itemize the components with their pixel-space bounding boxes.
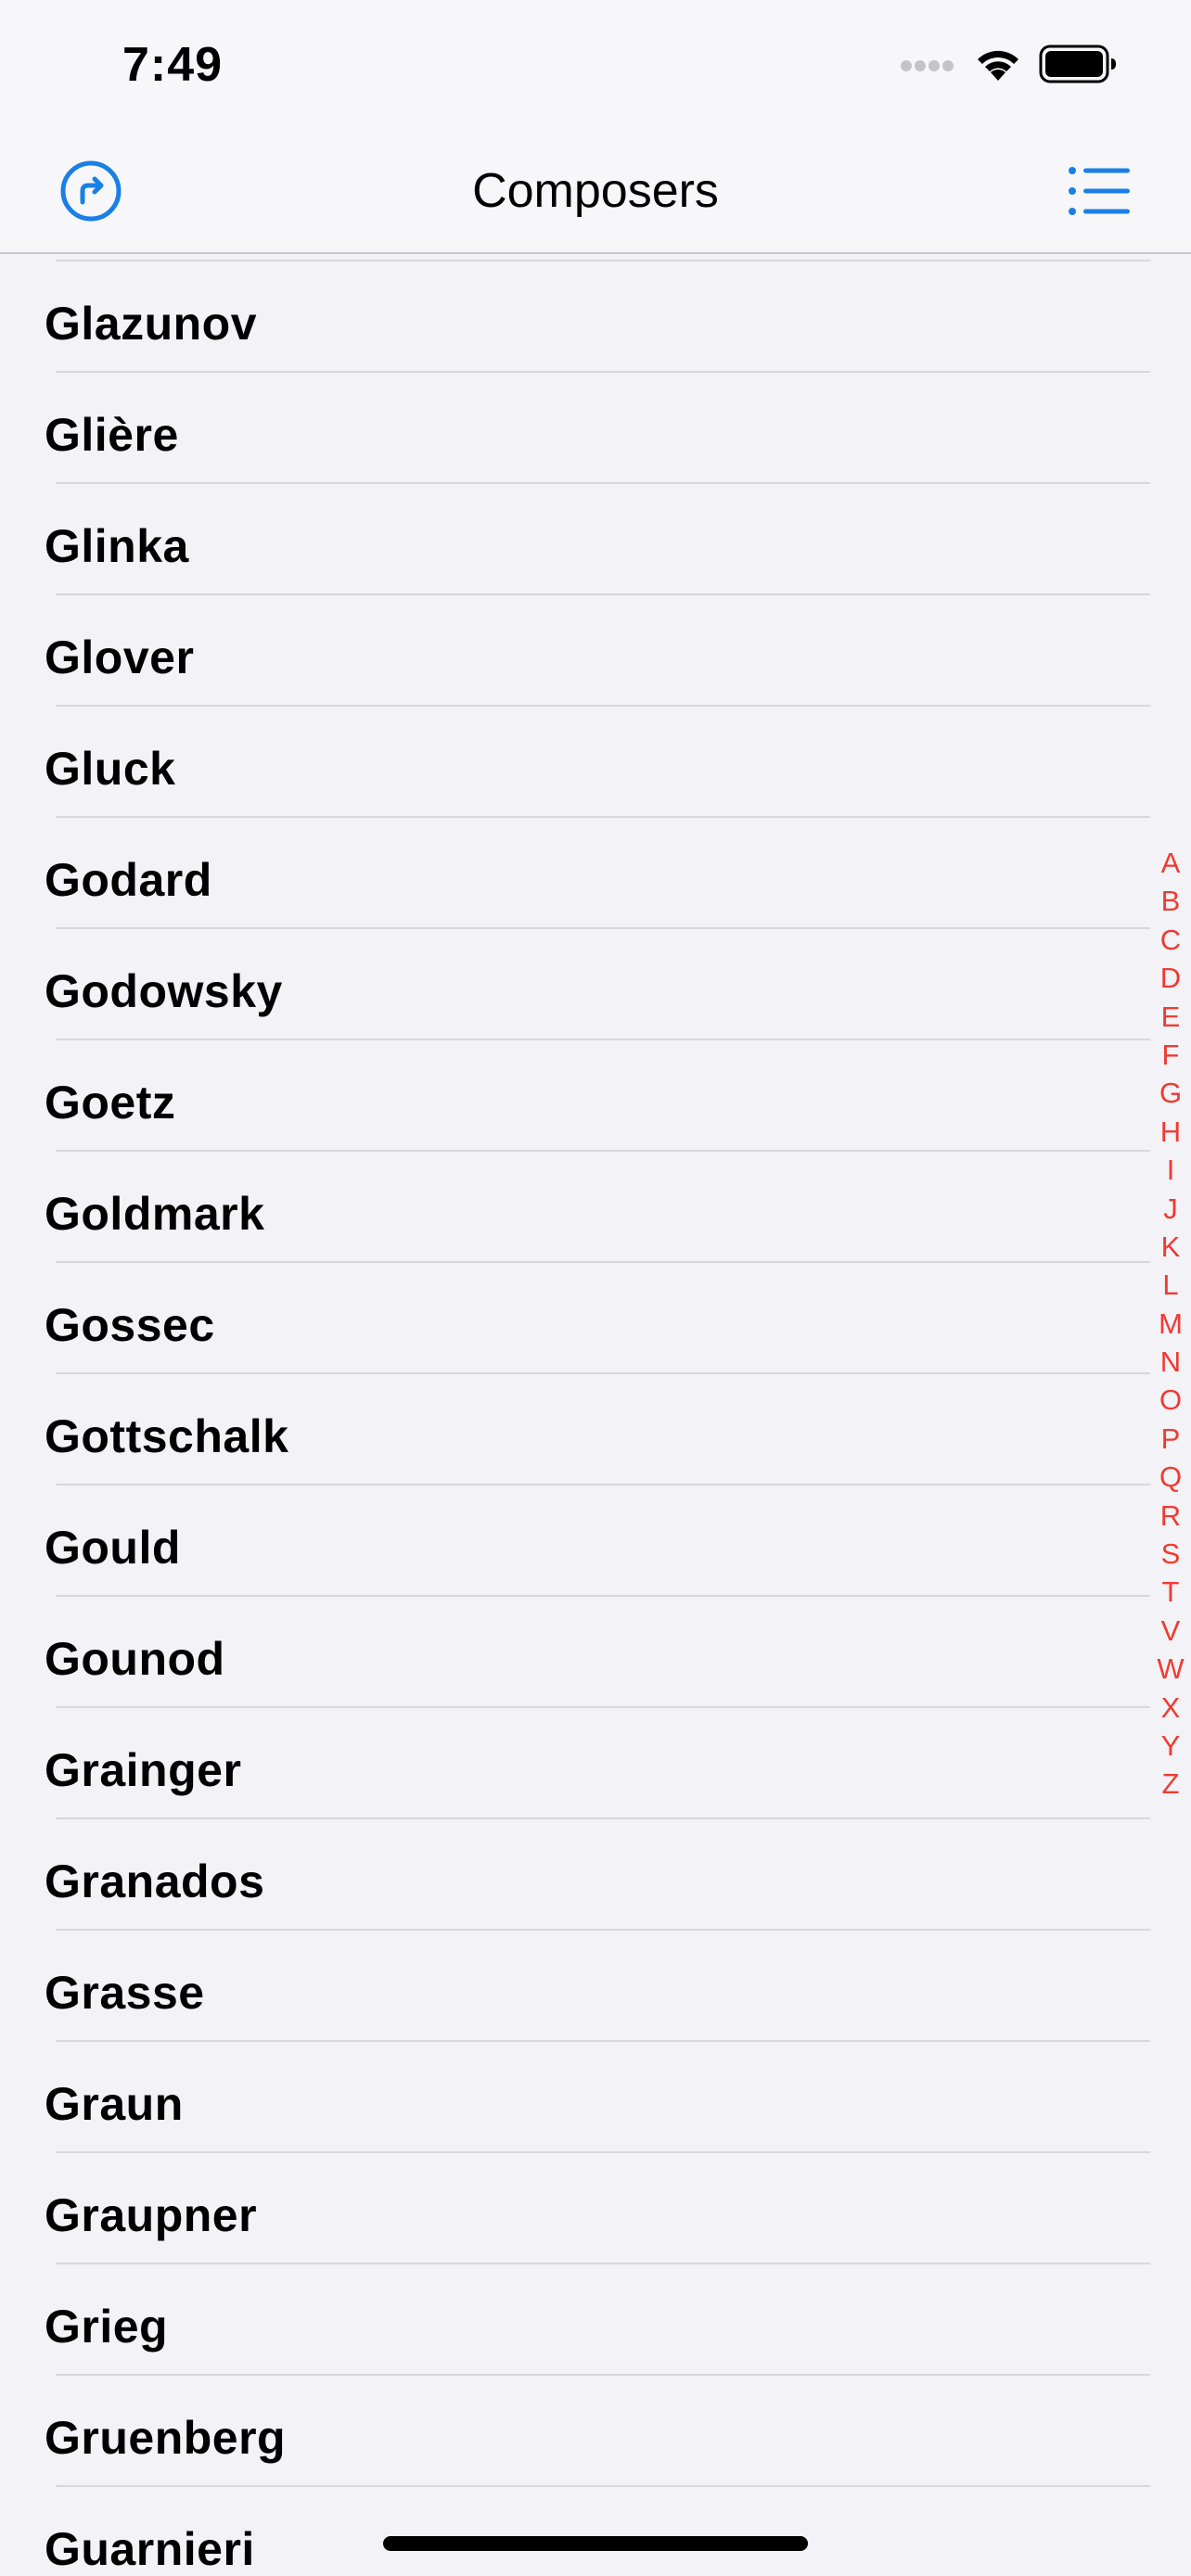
wifi-icon (978, 50, 1018, 81)
list-item[interactable]: Graun (0, 2042, 1191, 2153)
composer-name: Glinka (45, 520, 189, 572)
index-letter[interactable]: E (1161, 998, 1181, 1036)
composer-name: Gossec (45, 1299, 215, 1351)
index-letter[interactable]: F (1162, 1036, 1180, 1074)
composer-name: Grainger (45, 1744, 242, 1796)
list-item[interactable]: Goetz (0, 1040, 1191, 1152)
composer-name: Gruenberg (45, 2412, 287, 2464)
composer-name: Guarnieri (45, 2523, 255, 2575)
list-item[interactable]: Gluck (0, 707, 1191, 818)
index-letter[interactable]: K (1161, 1228, 1181, 1266)
list-item[interactable]: Gould (0, 1486, 1191, 1597)
composer-name: Grasse (45, 1967, 205, 2019)
composer-name: Gounod (45, 1633, 225, 1685)
index-letter[interactable]: O (1159, 1381, 1182, 1419)
home-indicator[interactable] (383, 2536, 808, 2551)
status-bar: 7:49 (0, 0, 1191, 130)
index-letter[interactable]: Y (1161, 1727, 1181, 1765)
composer-name: Glover (45, 631, 195, 683)
composer-name: Godowsky (45, 965, 283, 1017)
composer-name: Godard (45, 854, 212, 906)
composer-list[interactable]: Glazunov Glière Glinka Glover Gluck Godard God… (0, 254, 1191, 2576)
list-item[interactable]: Grieg (0, 2264, 1191, 2376)
index-letter[interactable]: I (1167, 1151, 1175, 1189)
index-letter[interactable]: B (1161, 882, 1181, 920)
cellular-signal-icon (901, 60, 954, 71)
list-item[interactable]: Godard (0, 818, 1191, 929)
index-letter[interactable]: G (1159, 1074, 1182, 1112)
list-item[interactable]: Godowsky (0, 929, 1191, 1040)
page-title: Composers (472, 164, 719, 218)
status-time: 7:49 (122, 38, 224, 92)
index-letter[interactable]: D (1160, 959, 1181, 997)
list-item[interactable]: Gounod (0, 1597, 1191, 1708)
list-icon (1069, 167, 1130, 215)
index-letter[interactable]: P (1161, 1420, 1181, 1458)
composer-name: Goetz (45, 1077, 176, 1129)
composer-name: Goldmark (45, 1188, 265, 1240)
index-letter[interactable]: A (1161, 844, 1181, 882)
list-item[interactable]: Goldmark (0, 1152, 1191, 1263)
index-letter[interactable]: Q (1159, 1458, 1182, 1496)
list-item[interactable]: Grasse (0, 1931, 1191, 2042)
section-index[interactable]: ABCDEFGHIJKLMNOPQRSTVWXYZ (1150, 844, 1191, 1804)
index-letter[interactable]: N (1160, 1343, 1181, 1381)
index-letter[interactable]: H (1160, 1113, 1181, 1151)
list-item[interactable]: Glière (0, 373, 1191, 484)
composer-name: Graun (45, 2078, 184, 2130)
list-item[interactable]: Guarnieri (0, 2487, 1191, 2576)
index-letter[interactable]: S (1161, 1535, 1181, 1573)
list-item[interactable]: Grainger (0, 1708, 1191, 1819)
composer-name: Glazunov (45, 298, 258, 350)
list-item[interactable]: Gossec (0, 1263, 1191, 1374)
index-letter[interactable]: V (1161, 1612, 1181, 1650)
list-item[interactable]: Graupner (0, 2153, 1191, 2264)
composer-name: Gould (45, 1522, 181, 1574)
list-item[interactable]: Granados (0, 1819, 1191, 1931)
list-item[interactable]: Gottschalk (0, 1374, 1191, 1486)
list-item[interactable]: Glinka (0, 484, 1191, 595)
composer-name: Glière (45, 409, 179, 461)
composer-name: Granados (45, 1855, 265, 1907)
list-options-button[interactable] (1067, 165, 1132, 217)
list-item[interactable]: Glazunov (0, 261, 1191, 373)
index-letter[interactable]: W (1157, 1650, 1184, 1688)
index-letter[interactable]: X (1161, 1689, 1181, 1727)
list-item[interactable]: Glover (0, 595, 1191, 707)
index-letter[interactable]: M (1159, 1305, 1183, 1343)
index-letter[interactable]: J (1163, 1190, 1178, 1228)
composer-name: Gottschalk (45, 1410, 289, 1462)
index-letter[interactable]: C (1160, 921, 1181, 959)
navigation-bar: Composers (0, 130, 1191, 254)
index-letter[interactable]: L (1162, 1266, 1178, 1304)
battery-icon (1039, 45, 1116, 83)
index-letter[interactable]: T (1162, 1573, 1180, 1611)
composer-name: Graupner (45, 2189, 258, 2241)
composer-name: Gluck (45, 743, 176, 795)
composer-name: Grieg (45, 2301, 169, 2353)
status-icons (900, 45, 1117, 83)
list-item[interactable]: Gruenberg (0, 2376, 1191, 2487)
index-letter[interactable]: Z (1162, 1765, 1180, 1803)
index-letter[interactable]: R (1160, 1497, 1181, 1535)
